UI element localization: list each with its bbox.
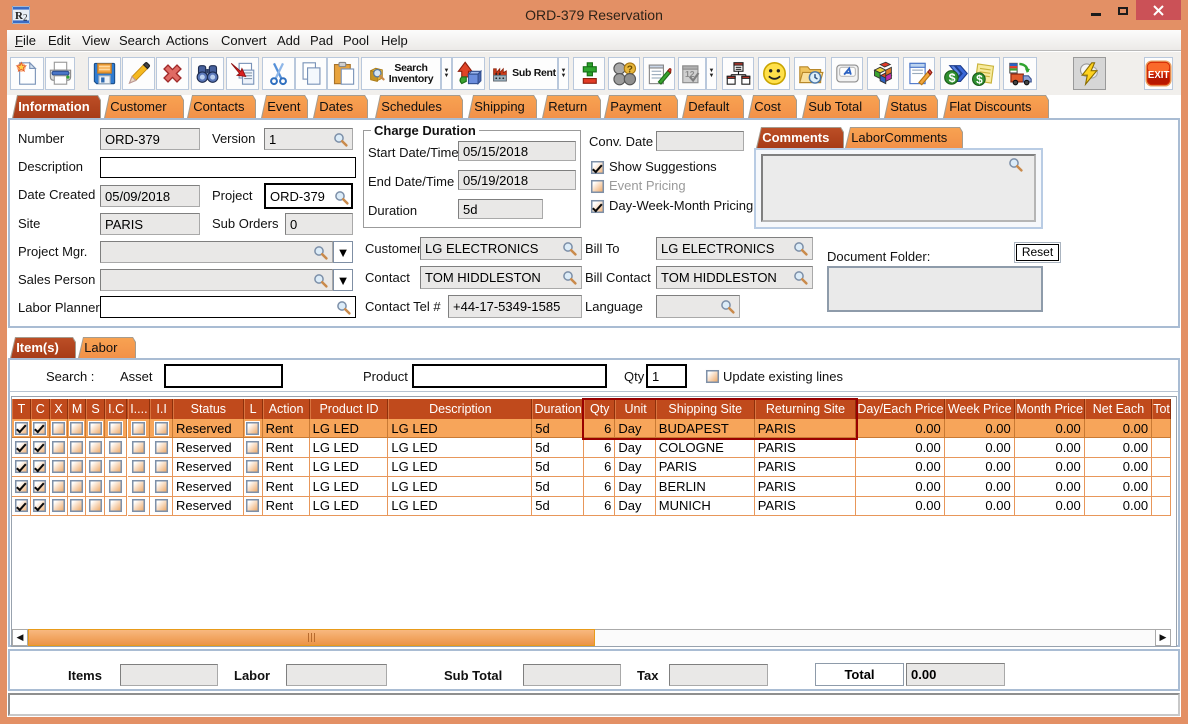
svg-text:EXIT: EXIT — [1148, 70, 1170, 81]
svg-text:?: ? — [626, 64, 632, 75]
svg-text:$: $ — [948, 71, 955, 85]
svg-text:$: $ — [976, 72, 983, 86]
